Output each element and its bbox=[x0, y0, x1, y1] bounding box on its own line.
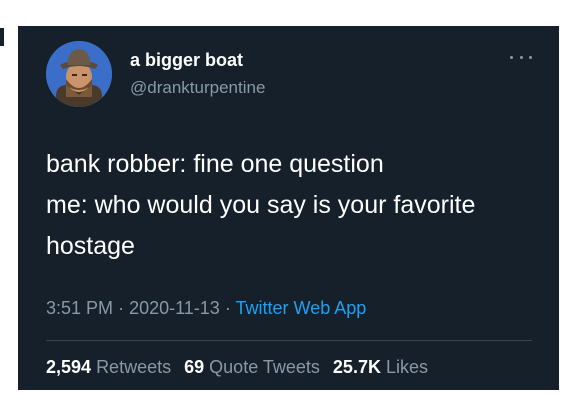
engagement-stats: 2,594 Retweets 69 Quote Tweets 25.7K Lik… bbox=[46, 357, 428, 378]
more-dot bbox=[519, 55, 523, 59]
tweet-text-line: bank robber: fine one question bbox=[46, 150, 384, 178]
more-dot bbox=[529, 55, 532, 59]
author-display-name[interactable]: a bigger boat bbox=[130, 50, 243, 71]
tweet-text-line: hostage bbox=[46, 232, 135, 260]
likes-count: 25.7K bbox=[332, 357, 381, 377]
likes-stat[interactable]: 25.7K Likes bbox=[333, 357, 428, 377]
more-options-icon[interactable] bbox=[510, 52, 532, 62]
meta-separator: · bbox=[224, 298, 231, 318]
screenshot-page: a bigger boat @drankturpentine bank robb… bbox=[0, 0, 583, 413]
more-dot bbox=[510, 55, 513, 59]
corner-crop-mark bbox=[0, 28, 4, 46]
retweets-label: Retweets bbox=[96, 357, 172, 377]
tweet-text: bank robber: fine one question me: who w… bbox=[46, 144, 546, 267]
profile-avatar-icon[interactable] bbox=[46, 41, 112, 107]
retweets-count: 2,594 bbox=[46, 357, 92, 377]
tweet-source-link[interactable]: Twitter Web App bbox=[236, 298, 367, 318]
quote-tweets-label: Quote Tweets bbox=[209, 357, 320, 377]
author-handle[interactable]: @drankturpentine bbox=[130, 78, 265, 98]
quote-tweets-stat[interactable]: 69 Quote Tweets bbox=[184, 357, 320, 377]
tweet-metadata: 3:51 PM · 2020-11-13 · Twitter Web App bbox=[46, 298, 366, 319]
meta-separator: · bbox=[118, 298, 125, 318]
tweet-time[interactable]: 3:51 PM bbox=[46, 298, 113, 318]
retweets-stat[interactable]: 2,594 Retweets bbox=[46, 357, 171, 377]
likes-label: Likes bbox=[385, 357, 429, 377]
tweet-date[interactable]: 2020-11-13 bbox=[129, 298, 220, 318]
quote-tweets-count: 69 bbox=[184, 357, 205, 377]
tweet-card: a bigger boat @drankturpentine bank robb… bbox=[18, 26, 559, 390]
stats-divider bbox=[46, 340, 532, 341]
tweet-text-line: me: who would you say is your favorite bbox=[46, 191, 476, 219]
